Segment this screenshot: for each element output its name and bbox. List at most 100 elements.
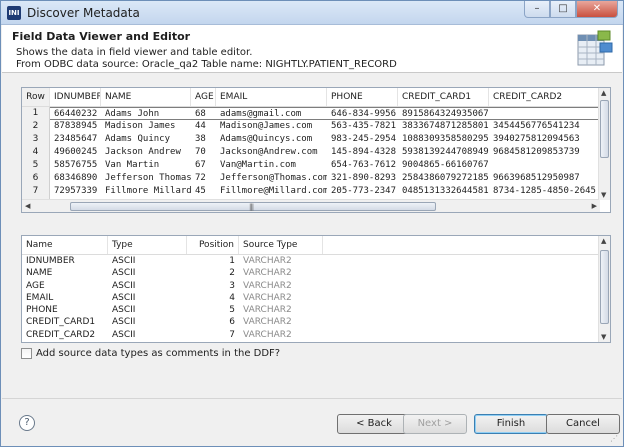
table-cell[interactable]: 3940275812094563 <box>489 133 599 146</box>
table-cell[interactable]: 2 <box>187 267 239 279</box>
scroll-down-icon[interactable]: ▼ <box>601 191 606 199</box>
table-cell[interactable]: 3833674871285801 <box>398 120 489 133</box>
table-cell[interactable]: 9684581209853739 <box>489 146 599 159</box>
next-button[interactable]: Next > <box>403 414 467 434</box>
table-cell[interactable]: 70 <box>191 146 216 159</box>
table-cell[interactable]: 8915864324935067 <box>398 107 489 120</box>
column-header[interactable]: Source Type <box>239 236 323 254</box>
table-cell[interactable]: 49600245 <box>50 146 101 159</box>
add-source-types-checkbox[interactable] <box>21 348 32 359</box>
table-row[interactable]: CREDIT_CARD1 ASCII 6 VARCHAR2 <box>22 316 610 328</box>
close-button[interactable]: ✕ <box>576 1 618 18</box>
table-cell[interactable]: 72 <box>191 172 216 185</box>
horizontal-scroll-thumb[interactable]: ||| <box>70 202 436 211</box>
scroll-left-icon[interactable]: ◀ <box>25 202 30 210</box>
scroll-up-icon[interactable]: ▲ <box>601 89 606 97</box>
table-editor-scroll-thumb[interactable] <box>600 250 609 324</box>
table-row[interactable]: 5 58576755 Van Martin 67 Van@Martin.com 654-7… <box>22 159 610 172</box>
help-icon[interactable]: ? <box>19 415 35 431</box>
table-cell[interactable]: 4 <box>187 292 239 304</box>
horizontal-scrollbar[interactable]: ◀ ||| ▶ <box>22 199 600 212</box>
table-cell[interactable]: Adams John <box>101 107 191 120</box>
table-cell[interactable]: 23485647 <box>50 133 101 146</box>
table-cell[interactable]: ASCII <box>108 316 187 328</box>
table-cell[interactable]: Madison@James.com <box>216 120 327 133</box>
finish-button[interactable]: Finish <box>474 414 548 434</box>
table-cell[interactable]: 67 <box>191 159 216 172</box>
table-cell[interactable]: 563-435-7821 <box>327 120 398 133</box>
table-cell[interactable]: 654-763-7612 <box>327 159 398 172</box>
table-cell[interactable]: 72957339 <box>50 185 101 198</box>
table-cell[interactable]: ASCII <box>108 292 187 304</box>
table-cell[interactable]: 87838945 <box>50 120 101 133</box>
table-cell[interactable]: VARCHAR2 <box>239 316 323 328</box>
minimize-button[interactable]: – <box>524 1 550 18</box>
table-cell[interactable]: 205-773-2347 <box>327 185 398 198</box>
table-cell[interactable]: 0485131332644581 <box>398 185 489 198</box>
column-header[interactable]: CREDIT_CARD2 <box>489 88 599 106</box>
table-cell[interactable]: 5 <box>187 304 239 316</box>
add-source-types-option[interactable]: Add source data types as comments in the… <box>21 348 280 359</box>
table-cell[interactable]: 68 <box>191 107 216 120</box>
table-cell[interactable]: 7 <box>187 329 239 341</box>
table-row[interactable]: PHONE ASCII 5 VARCHAR2 <box>22 304 610 316</box>
table-cell[interactable]: adams@gmail.com <box>216 107 327 120</box>
table-cell[interactable]: Madison James <box>101 120 191 133</box>
table-row[interactable]: 6 68346890 Jefferson Thomas 72 Jefferson@Tho… <box>22 172 610 185</box>
table-cell[interactable]: Jackson@Andrew.com <box>216 146 327 159</box>
table-cell[interactable]: EMAIL <box>22 292 108 304</box>
table-cell[interactable]: VARCHAR2 <box>239 255 323 267</box>
maximize-button[interactable]: □ <box>550 1 576 18</box>
column-header[interactable]: EMAIL <box>216 88 327 106</box>
table-cell[interactable]: ASCII <box>108 255 187 267</box>
column-header[interactable]: Row <box>22 88 50 106</box>
table-editor-vertical-scrollbar[interactable]: ▲ ▼ <box>598 236 610 342</box>
vertical-scroll-thumb[interactable] <box>600 100 609 158</box>
table-row[interactable]: 2 87838945 Madison James 44 Madison@James.co… <box>22 120 610 133</box>
table-row[interactable]: AGE ASCII 3 VARCHAR2 <box>22 280 610 292</box>
back-button[interactable]: < Back <box>337 414 411 434</box>
table-cell[interactable]: IDNUMBER <box>22 255 108 267</box>
scroll-up-icon[interactable]: ▲ <box>601 237 606 245</box>
table-cell[interactable]: 9004865-66160767 <box>398 159 489 172</box>
table-cell[interactable]: Jefferson Thomas <box>101 172 191 185</box>
title-bar[interactable]: INI Discover Metadata – □ ✕ <box>1 1 623 25</box>
table-cell[interactable]: 44 <box>191 120 216 133</box>
table-cell[interactable]: 6 <box>187 316 239 328</box>
column-header[interactable]: AGE <box>191 88 216 106</box>
table-cell[interactable]: NAME <box>22 267 108 279</box>
table-cell[interactable]: CREDIT_CARD2 <box>22 329 108 341</box>
table-row[interactable]: IDNUMBER ASCII 1 VARCHAR2 <box>22 255 610 267</box>
table-row[interactable]: 1 66440232 Adams John 68 adams@gmail.com 646-… <box>22 107 610 120</box>
table-cell[interactable]: Adams@Quincys.com <box>216 133 327 146</box>
table-cell[interactable]: 5938139244708949 <box>398 146 489 159</box>
cancel-button[interactable]: Cancel <box>546 414 620 434</box>
column-header[interactable]: PHONE <box>327 88 398 106</box>
table-cell[interactable]: 321-890-8293 <box>327 172 398 185</box>
table-cell[interactable]: 9663968512950987 <box>489 172 599 185</box>
resize-grip-icon[interactable]: ⋰ <box>610 434 620 444</box>
table-cell[interactable]: ASCII <box>108 280 187 292</box>
table-editor-grid[interactable]: Name Type Position Source Type IDNUMBER ASCI… <box>21 235 611 343</box>
column-header[interactable]: IDNUMBER <box>50 88 101 106</box>
table-cell[interactable]: 58576755 <box>50 159 101 172</box>
table-cell[interactable]: CREDIT_CARD1 <box>22 316 108 328</box>
table-cell[interactable]: VARCHAR2 <box>239 280 323 292</box>
table-row[interactable]: 3 23485647 Adams Quincy 38 Adams@Quincys.com… <box>22 133 610 146</box>
table-cell[interactable]: VARCHAR2 <box>239 267 323 279</box>
table-cell[interactable]: VARCHAR2 <box>239 304 323 316</box>
table-cell[interactable]: 66440232 <box>50 107 101 120</box>
column-header[interactable]: Name <box>22 236 108 254</box>
table-cell[interactable] <box>489 159 599 172</box>
table-cell[interactable]: 1 <box>187 255 239 267</box>
table-cell[interactable]: VARCHAR2 <box>239 329 323 341</box>
table-row[interactable]: CREDIT_CARD2 ASCII 7 VARCHAR2 <box>22 329 610 341</box>
table-row[interactable]: 4 49600245 Jackson Andrew 70 Jackson@Andrew.… <box>22 146 610 159</box>
table-cell[interactable] <box>489 107 599 120</box>
table-cell[interactable]: ASCII <box>108 329 187 341</box>
table-cell[interactable]: Fillmore@Millard.com <box>216 185 327 198</box>
table-cell[interactable]: 1088309358580295 <box>398 133 489 146</box>
table-cell[interactable]: 45 <box>191 185 216 198</box>
table-cell[interactable]: 68346890 <box>50 172 101 185</box>
table-row[interactable]: NAME ASCII 2 VARCHAR2 <box>22 267 610 279</box>
